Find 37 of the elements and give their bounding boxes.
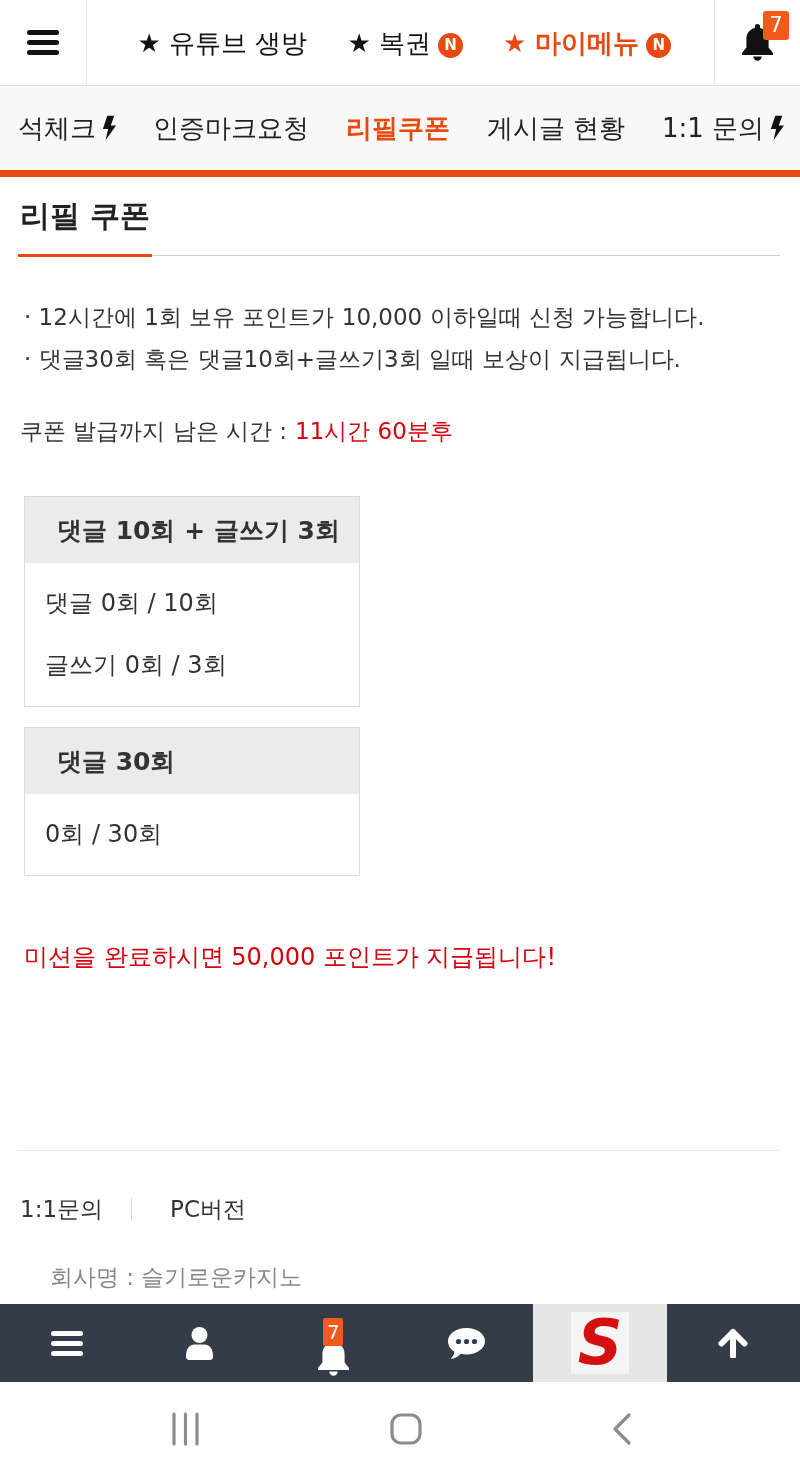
lightning-icon: [770, 115, 784, 141]
back-icon[interactable]: [611, 1412, 632, 1445]
chat-icon: [448, 1327, 486, 1359]
tab[interactable]: 인증마크요청: [152, 110, 309, 146]
progress-text: 댓글 0회 / 10회: [45, 588, 219, 619]
new-badge: N: [438, 33, 463, 58]
footer-link[interactable]: PC버전: [170, 1189, 246, 1229]
nav-link[interactable]: ★ 마이메뉴 N: [503, 25, 672, 60]
note-text: · 12시간에 1회 보유 포인트가 10,000 이하일때 신청 가능합니다.: [24, 303, 706, 332]
count-badge: 7: [763, 11, 789, 40]
reward-message: 미션을 완료하시면 50,000 포인트가 지급됩니다!: [24, 942, 557, 973]
card-header: 댓글 10회 + 글쓰기 3회: [25, 497, 359, 563]
note-text: · 댓글30회 혹은 댓글10회+글쓰기3회 일때 보상이 지급됩니다.: [24, 345, 682, 374]
nav-link[interactable]: ★ 유튜브 생방: [137, 25, 308, 60]
progress-text: 0회 / 30회: [45, 819, 164, 850]
tab[interactable]: 게시글 현황: [486, 110, 625, 146]
up-arrow-icon: [718, 1328, 749, 1358]
tab[interactable]: 리필쿠폰: [345, 110, 450, 146]
nav-link[interactable]: ★ 복권 N: [347, 25, 463, 60]
menu-icon: [27, 30, 59, 55]
progress-text: 글쓰기 0회 / 3회: [45, 650, 228, 681]
count-badge: 7: [323, 1318, 344, 1346]
user-icon: [186, 1326, 214, 1360]
tab[interactable]: 석체크: [18, 110, 116, 146]
new-badge: N: [646, 33, 672, 58]
logo-button[interactable]: S: [533, 1304, 667, 1382]
page-title: 리필 쿠폰: [18, 179, 153, 257]
card-header: 댓글 30회: [25, 728, 359, 794]
footer-link[interactable]: 1:1문의: [20, 1189, 103, 1229]
countdown-label: 쿠폰 발급까지 남은 시간 :: [20, 417, 287, 446]
home-icon[interactable]: [389, 1412, 422, 1445]
recent-apps-icon[interactable]: [170, 1411, 200, 1446]
tab[interactable]: 1:1 문의: [661, 110, 784, 146]
countdown-value: 11시간 60분후: [295, 417, 453, 446]
lightning-icon: [102, 115, 116, 141]
menu-icon: [50, 1330, 83, 1356]
company-name: 회사명 : 슬기로운카지노: [50, 1263, 303, 1292]
